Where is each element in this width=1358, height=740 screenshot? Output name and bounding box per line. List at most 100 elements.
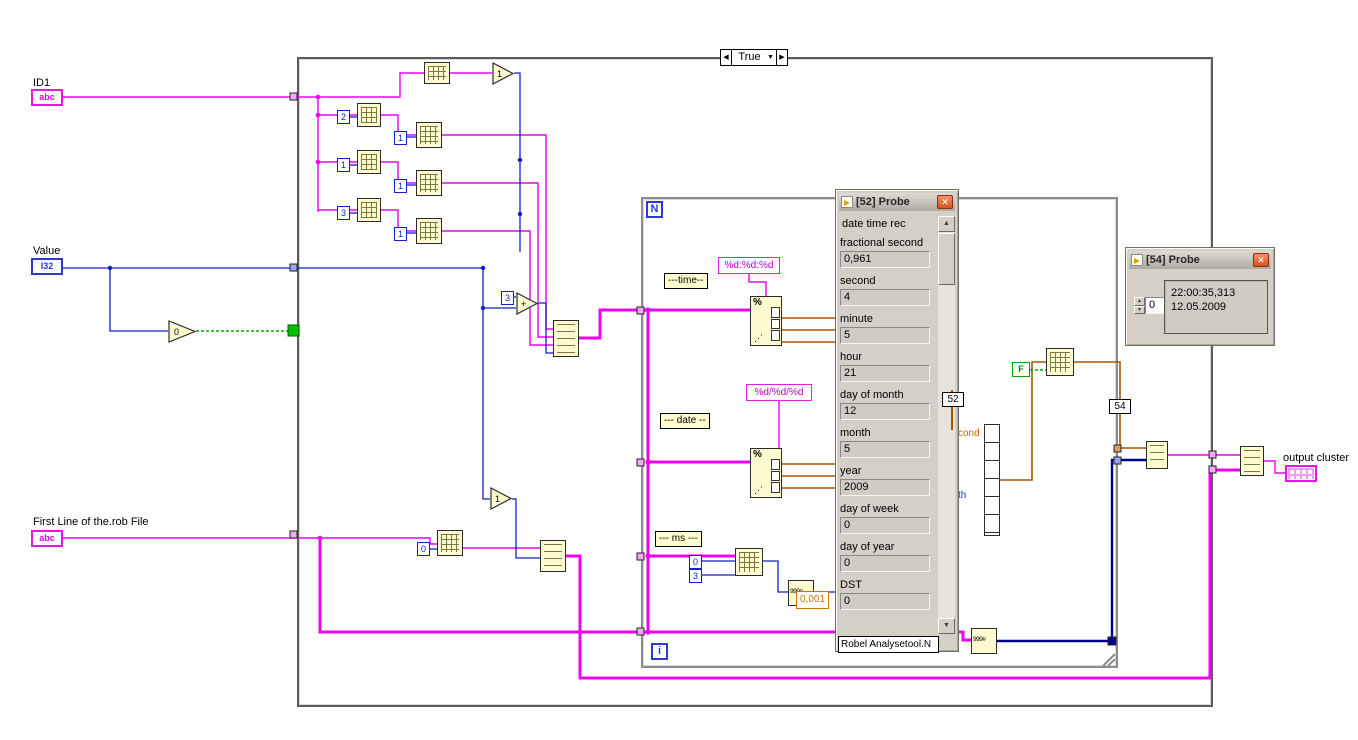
output-cluster-terminal[interactable] [1285,465,1317,482]
loop-count-terminal[interactable]: N [646,201,663,218]
spin-up-icon[interactable]: ▲ [1134,297,1145,306]
probe52-field-list: fractional second 0,961 second 4 minute 5 hour… [840,236,939,632]
build-array-node-2[interactable] [540,540,566,572]
loop-iteration-terminal[interactable]: i [651,643,668,660]
numeric-constant[interactable]: 3 [689,569,702,583]
time-format-constant[interactable]: %d:%d:%d [718,257,780,274]
cluster-convert-node[interactable] [1146,441,1168,469]
probe-marker-54[interactable]: 54 [1109,399,1131,414]
add-node[interactable]: + [516,292,539,315]
firstline-label: First Line of the.rob File [33,516,149,528]
array-grid-icon [361,202,377,218]
case-next-arrow-icon[interactable]: ▶ [776,50,787,65]
array-to-cluster-node[interactable] [1240,446,1264,476]
ms-free-label[interactable]: --- ms --- [655,531,702,547]
probe52-close-button[interactable]: ✕ [937,195,953,209]
labview-block-diagram: ◀ True ▼ ▶ N i ID1 abc Value I32 First L… [0,0,1358,740]
replace-array-subset-node-2[interactable] [416,170,442,196]
index-array-node-5[interactable] [1046,348,1074,376]
id1-string-terminal[interactable]: abc [31,89,63,106]
probe54-close-button[interactable]: ✕ [1253,253,1269,267]
numeric-constant[interactable]: 0 [417,542,430,556]
array-node-top[interactable] [424,62,450,84]
false-boolean-constant[interactable]: F [1012,362,1030,377]
scan-outputs-icon [771,307,780,342]
probe-field-row: month 5 [840,426,939,464]
svg-text:1: 1 [495,494,500,504]
probe54-title: [54] Probe [1146,254,1200,266]
probe-field-label: minute [840,313,874,325]
array-grid-icon [361,154,377,170]
probe-field-row: day of week 0 [840,502,939,540]
probe-field-label: DST [840,579,862,591]
scroll-thumb[interactable] [938,233,955,285]
probe-window-52[interactable]: [52] Probe ✕ date time rec fractional se… [835,189,959,653]
bundle-by-name-node[interactable] [984,424,1000,536]
probe52-titlebar[interactable]: [52] Probe ✕ [839,193,955,211]
numeric-constant[interactable]: 0 [689,555,702,569]
probe54-titlebar[interactable]: [54] Probe ✕ [1129,251,1271,269]
array-rows-icon [557,324,575,353]
numeric-constant[interactable]: 3 [501,291,514,305]
probe-field-label: day of week [840,503,899,515]
probe-field-row: fractional second 0,961 [840,236,939,274]
convert-triangle-node[interactable]: 1 [492,62,515,85]
index-array-node-4[interactable] [437,530,463,556]
scan-from-string-node-time[interactable]: % ⋰ [750,296,782,346]
case-selector[interactable]: ◀ True ▼ ▶ [720,49,788,66]
percent-icon: % [753,449,762,460]
value-label: Value [33,245,61,257]
string-subset-node[interactable] [735,548,763,576]
cluster-rows-icon [1150,445,1164,465]
probe-field-row: minute 5 [840,312,939,350]
equal-to-zero-node[interactable]: 0 [168,320,198,343]
scroll-up-button[interactable]: ▲ [938,216,955,232]
firstline-string-terminal[interactable]: abc [31,530,63,547]
string-to-number-node-2[interactable]: 999# [971,628,997,654]
probe-field-label: fractional second [840,237,924,249]
probe-field-value: 0 [840,517,930,534]
probe-field-value: 4 [840,289,930,306]
probe52-path-field[interactable]: Robel Analysetool.N [838,636,939,653]
probe-field-row: year 2009 [840,464,939,502]
time-free-label[interactable]: ---time-- [664,273,708,289]
probe52-title: [52] Probe [856,196,910,208]
svg-text:1: 1 [497,69,502,79]
probe-field-label: second [840,275,876,287]
replace-array-subset-node-1[interactable] [416,122,442,148]
build-array-node-1[interactable] [553,320,579,357]
numeric-constant[interactable]: 2 [337,110,350,124]
scan-from-string-node-date[interactable]: % ⋰ [750,448,782,498]
probe-field-label: month [840,427,871,439]
output-cluster-label: output cluster [1283,452,1350,464]
probe-field-label: hour [840,351,863,363]
date-free-label[interactable]: --- date -- [660,413,710,429]
numeric-constant[interactable]: 1 [394,131,407,145]
probe54-spinner[interactable]: ▲ ▼ [1134,297,1145,314]
date-format-constant[interactable]: %d/%d/%d [746,384,812,401]
probe-marker-52[interactable]: 52 [942,392,964,407]
numeric-constant[interactable]: 1 [394,227,407,241]
replace-array-subset-node-3[interactable] [416,218,442,244]
numeric-constant[interactable]: 1 [337,158,350,172]
array-rows-icon [544,544,562,568]
case-prev-arrow-icon[interactable]: ◀ [721,50,732,65]
probe-field-value: 21 [840,365,930,382]
numeric-constant[interactable]: 3 [337,206,350,220]
index-array-node-1[interactable] [357,103,381,127]
probe-window-54[interactable]: [54] Probe ✕ ▲ ▼ 0 22:00:35,313 12.05.20… [1125,247,1275,346]
labview-icon [1131,254,1143,266]
ms-scale-constant[interactable]: 0,001 [796,591,830,609]
probe-field-value: 0 [840,593,930,610]
wire-layer [60,72,1285,680]
value-i32-terminal[interactable]: I32 [31,258,63,275]
scroll-down-button[interactable]: ▼ [938,618,955,634]
index-array-node-2[interactable] [357,150,381,174]
numeric-constant[interactable]: 1 [394,179,407,193]
case-dropdown-icon[interactable]: ▼ [767,50,776,65]
increment-node[interactable]: 1 [490,487,513,510]
probe-field-row: hour 21 [840,350,939,388]
array-grid-icon [420,222,438,240]
spin-down-icon[interactable]: ▼ [1134,305,1145,314]
index-array-node-3[interactable] [357,198,381,222]
